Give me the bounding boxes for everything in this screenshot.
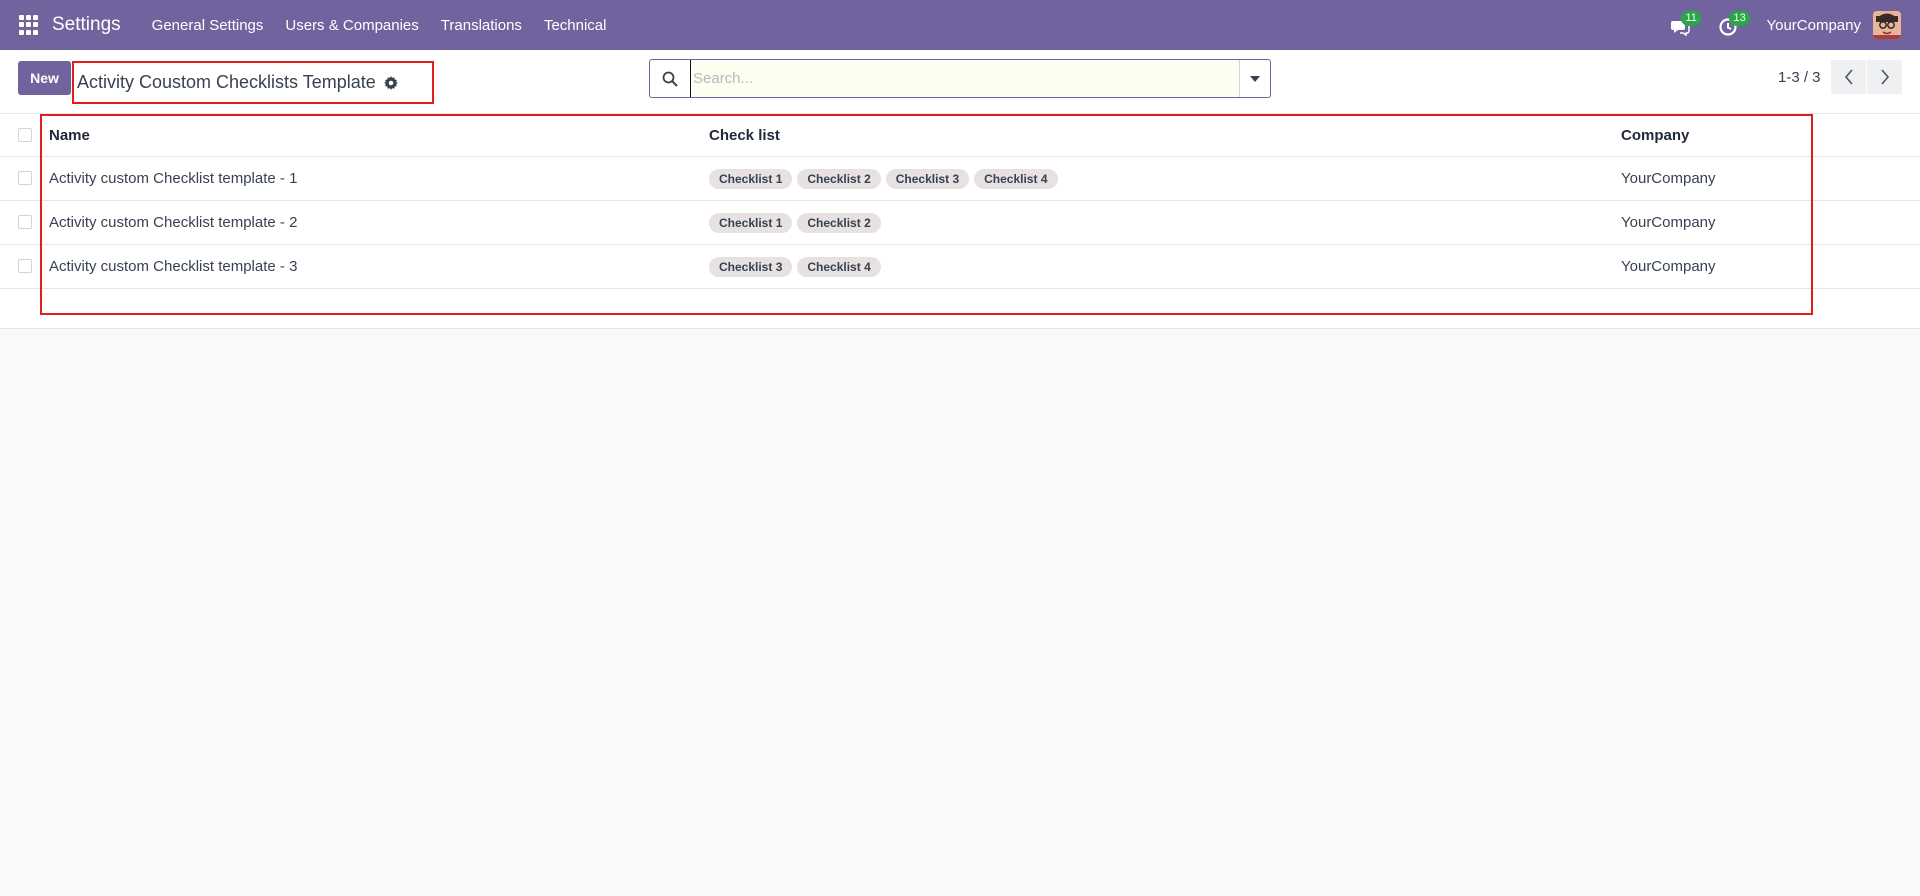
column-header-company[interactable]: Company [1621, 114, 1689, 156]
table-row[interactable]: Activity custom Checklist template - 2 C… [0, 201, 1920, 245]
row-checkbox[interactable] [18, 171, 32, 185]
row-name[interactable]: Activity custom Checklist template - 2 [49, 201, 297, 244]
menu-users-companies[interactable]: Users & Companies [285, 17, 418, 34]
row-checkbox[interactable] [18, 259, 32, 273]
row-checklist-tags: Checklist 1 Checklist 2 [709, 201, 886, 244]
checklist-tag: Checklist 1 [709, 168, 793, 189]
checklist-tag: Checklist 3 [885, 168, 970, 189]
messages-badge: 11 [1681, 11, 1701, 26]
row-company[interactable]: YourCompany [1621, 245, 1716, 288]
row-checkbox[interactable] [18, 215, 32, 229]
search-options-toggle[interactable] [1239, 60, 1270, 97]
app-name[interactable]: Settings [52, 14, 121, 36]
new-button[interactable]: New [18, 61, 71, 95]
checklist-tag: Checklist 2 [797, 212, 881, 233]
column-header-check-list[interactable]: Check list [709, 114, 780, 156]
checklist-tag: Checklist 4 [974, 168, 1058, 189]
checklist-tag: Checklist 1 [709, 212, 793, 233]
search-icon[interactable] [650, 71, 690, 87]
search-bar [649, 59, 1271, 98]
row-name[interactable]: Activity custom Checklist template - 1 [49, 157, 297, 200]
search-input[interactable] [690, 60, 1239, 97]
checklist-tag: Checklist 4 [797, 256, 881, 277]
menu-general-settings[interactable]: General Settings [152, 17, 264, 34]
chevron-right-icon [1880, 69, 1889, 85]
pager-value[interactable]: 1-3 / 3 [1778, 69, 1821, 86]
avatar-image [1873, 11, 1901, 39]
row-company[interactable]: YourCompany [1621, 157, 1716, 200]
select-all-checkbox[interactable] [18, 128, 32, 142]
row-checklist-tags: Checklist 3 Checklist 4 [709, 245, 886, 288]
row-company[interactable]: YourCompany [1621, 201, 1716, 244]
row-name[interactable]: Activity custom Checklist template - 3 [49, 245, 297, 288]
breadcrumb: Activity Coustom Checklists Template [72, 61, 434, 104]
pager-next-button[interactable] [1867, 60, 1902, 94]
table-header: Name Check list Company [0, 114, 1920, 157]
row-checklist-tags: Checklist 1 Checklist 2 Checklist 3 Chec… [709, 157, 1063, 200]
pager-previous-button[interactable] [1831, 60, 1866, 94]
checklist-tag: Checklist 3 [709, 256, 793, 277]
company-switcher[interactable]: YourCompany [1766, 17, 1861, 34]
activities-button[interactable]: 13 [1718, 11, 1750, 36]
page-title: Activity Coustom Checklists Template [77, 72, 376, 92]
activities-badge: 13 [1729, 11, 1750, 26]
table-row[interactable]: Activity custom Checklist template - 1 C… [0, 157, 1920, 201]
menu-translations[interactable]: Translations [441, 17, 522, 34]
table-row[interactable]: Activity custom Checklist template - 3 C… [0, 245, 1920, 289]
empty-row [0, 289, 1920, 329]
chevron-left-icon [1844, 69, 1853, 85]
messages-button[interactable]: 11 [1670, 11, 1701, 37]
caret-down-icon [1250, 75, 1260, 82]
checklist-tag: Checklist 2 [797, 168, 881, 189]
user-avatar[interactable] [1873, 11, 1901, 39]
top-navbar: Settings General Settings Users & Compan… [0, 0, 1920, 50]
apps-grid-icon[interactable] [19, 15, 39, 35]
gear-icon[interactable] [383, 75, 398, 90]
control-panel: New Activity Coustom Checklists Template… [0, 50, 1920, 114]
menu-technical[interactable]: Technical [544, 17, 607, 34]
list-view: Name Check list Company Activity custom … [0, 114, 1920, 329]
column-header-name[interactable]: Name [49, 114, 90, 156]
